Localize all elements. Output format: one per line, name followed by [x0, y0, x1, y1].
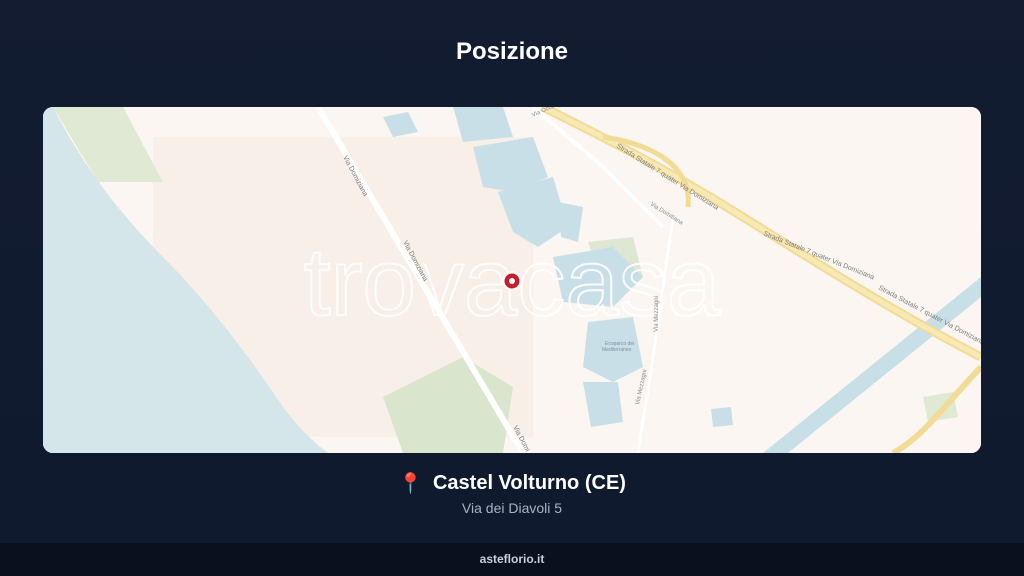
location-pin-icon[interactable]: [502, 271, 522, 291]
map-canvas[interactable]: trovacasa Via Domiziana Via Domiziana Vi…: [43, 107, 981, 453]
location-block: 📍 Castel Volturno (CE): [0, 472, 1024, 495]
footer: asteflorio.it: [0, 543, 1024, 576]
lake: [453, 107, 513, 142]
location-city: Castel Volturno (CE): [432, 472, 626, 494]
pushpin-icon: 📍: [398, 472, 423, 495]
street-label: Via Mezzagni: [654, 296, 660, 332]
poi-label: Mediterraneo: [602, 347, 632, 353]
footer-site: asteflorio.it: [479, 552, 545, 566]
map-view[interactable]: trovacasa Via Domiziana Via Domiziana Vi…: [43, 107, 981, 453]
lake: [711, 407, 733, 427]
location-address: Via dei Diavoli 5: [461, 500, 563, 516]
page-title: Posizione: [455, 38, 569, 65]
